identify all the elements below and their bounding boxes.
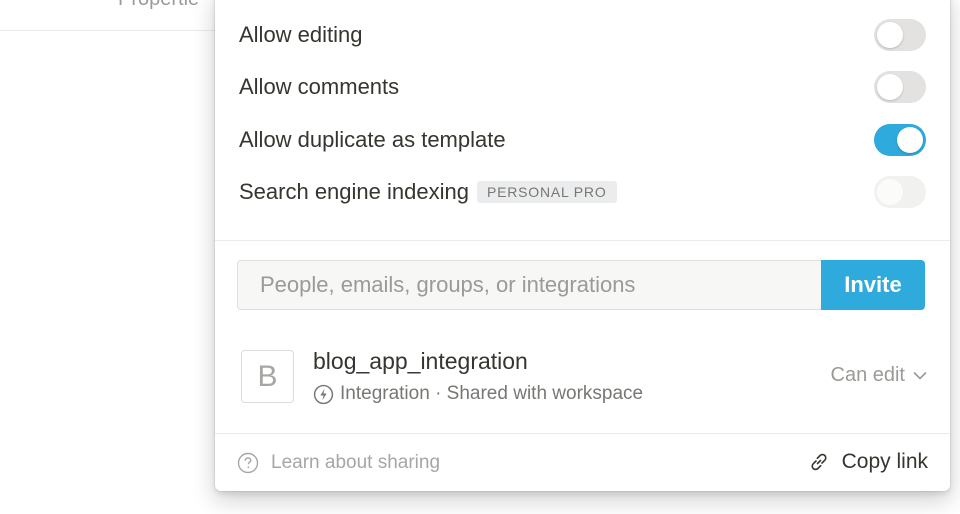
member-subtitle-text: Integration · Shared with workspace xyxy=(340,383,644,404)
option-label: Search engine indexing xyxy=(239,179,469,204)
share-panel: Allow editing Allow comments Allow dupli… xyxy=(215,0,950,491)
member-subtitle: Integration · Shared with workspace xyxy=(313,383,643,405)
learn-about-sharing-link[interactable]: Learn about sharing xyxy=(237,452,440,474)
invite-button[interactable]: Invite xyxy=(821,260,925,310)
page: Propertie Allow editing Allow comments A… xyxy=(0,0,960,514)
allow-comments-toggle[interactable] xyxy=(874,71,926,103)
option-label-wrap: Allow comments xyxy=(239,74,399,100)
allow-duplicate-toggle[interactable] xyxy=(874,124,926,156)
option-label-wrap: Allow editing xyxy=(239,22,363,48)
copy-link-button[interactable]: Copy link xyxy=(807,450,928,474)
option-allow-editing: Allow editing xyxy=(239,15,926,55)
option-label: Allow duplicate as template xyxy=(239,127,506,152)
learn-about-sharing-label: Learn about sharing xyxy=(271,452,441,473)
option-label: Allow editing xyxy=(239,22,363,47)
footer-divider xyxy=(215,433,950,434)
role-dropdown[interactable]: Can edit xyxy=(831,364,928,387)
bolt-circle-icon xyxy=(313,384,334,404)
option-label-wrap: Search engine indexing PERSONAL PRO xyxy=(239,179,617,205)
section-divider xyxy=(215,240,950,241)
avatar: B xyxy=(241,350,294,403)
member-row: B blog_app_integration Integration · Sha… xyxy=(241,346,927,412)
invite-row: Invite xyxy=(237,260,925,310)
background-tab-label: Propertie xyxy=(118,0,199,11)
toggle-knob xyxy=(897,127,923,153)
invite-input[interactable] xyxy=(237,260,821,310)
background-divider xyxy=(0,30,215,31)
toggle-knob xyxy=(877,22,903,48)
link-icon xyxy=(811,453,827,471)
toggle-knob xyxy=(877,179,903,205)
option-allow-comments: Allow comments xyxy=(239,67,926,107)
copy-link-label: Copy link xyxy=(841,450,928,473)
option-search-engine-indexing: Search engine indexing PERSONAL PRO xyxy=(239,172,926,212)
question-circle-icon xyxy=(237,452,259,474)
personal-pro-badge: PERSONAL PRO xyxy=(476,181,617,203)
option-allow-duplicate-as-template: Allow duplicate as template xyxy=(239,120,926,160)
allow-editing-toggle[interactable] xyxy=(874,19,926,51)
option-label: Allow comments xyxy=(239,74,400,99)
chevron-down-icon xyxy=(913,371,927,380)
option-label-wrap: Allow duplicate as template xyxy=(239,127,506,153)
member-name: blog_app_integration xyxy=(313,348,528,374)
role-label: Can edit xyxy=(830,364,906,386)
toggle-knob xyxy=(877,74,903,100)
search-indexing-toggle xyxy=(874,176,926,208)
